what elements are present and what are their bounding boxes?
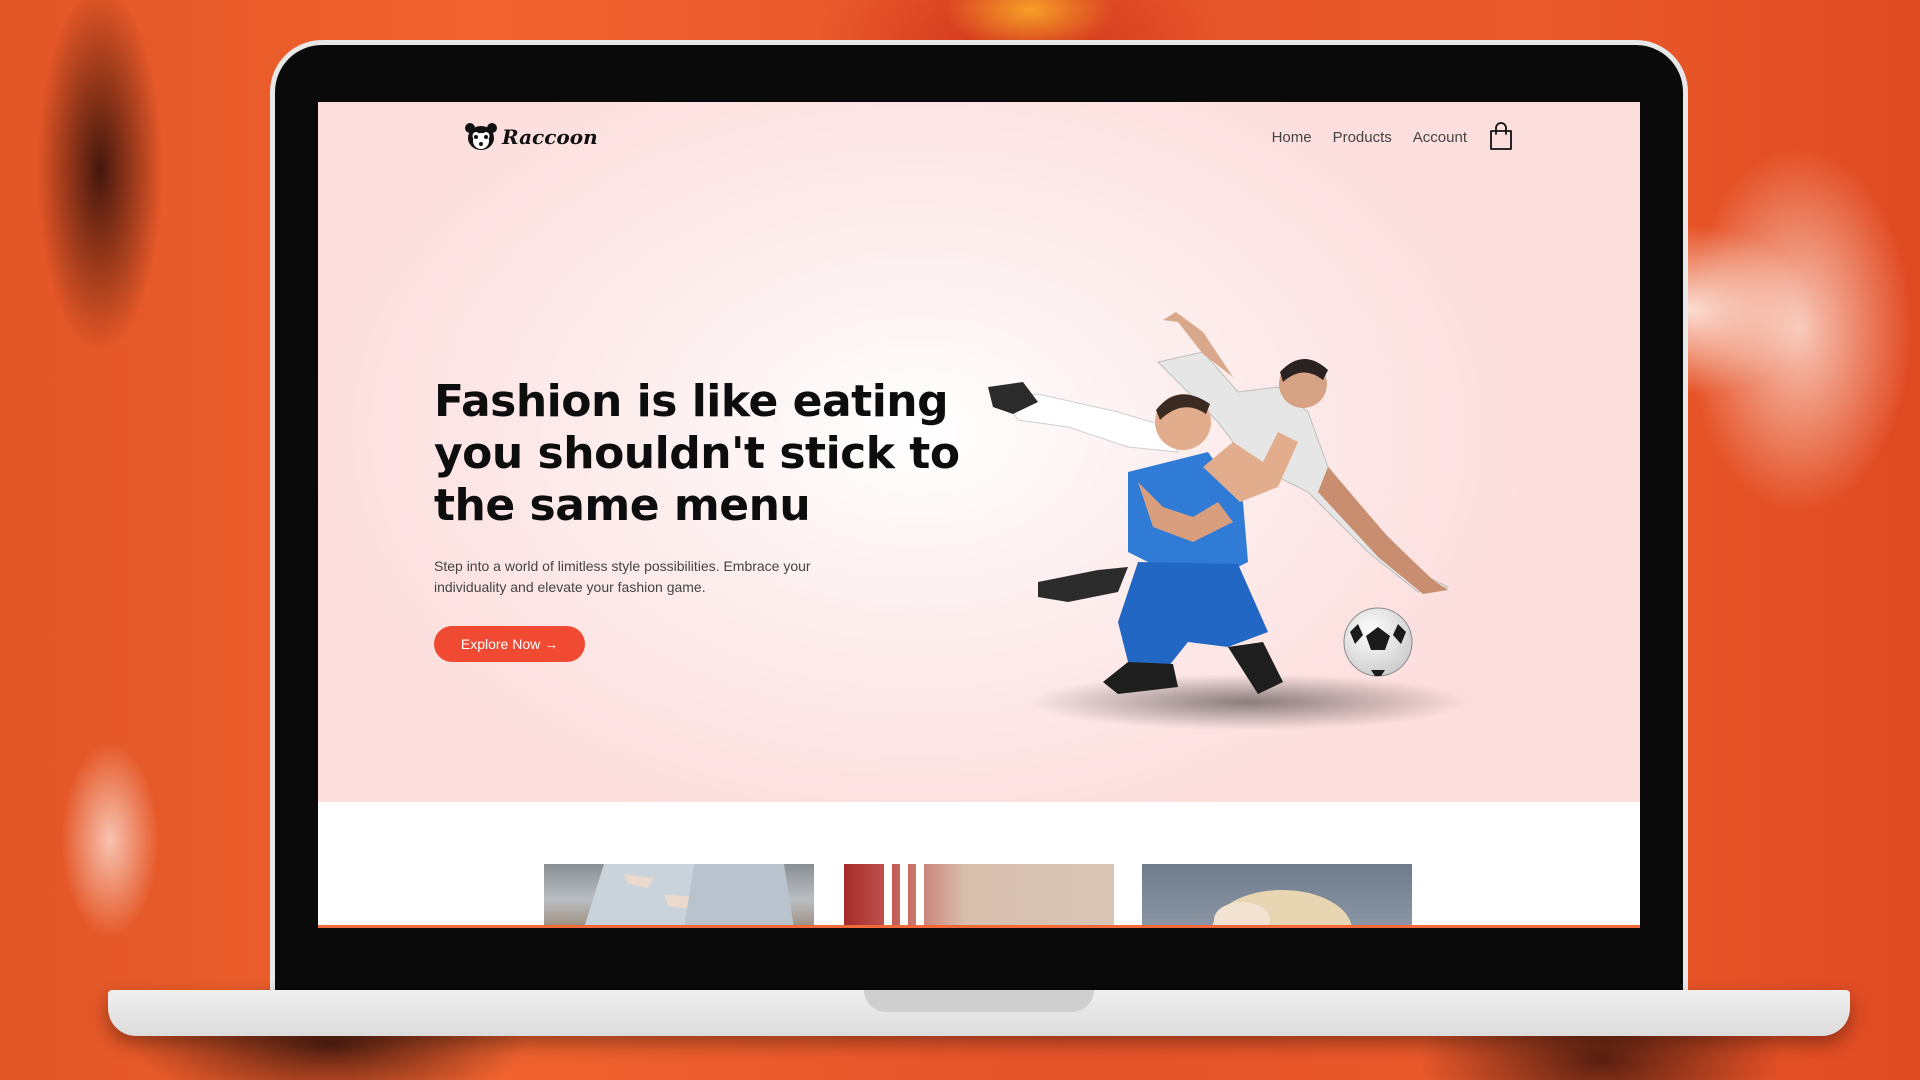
product-thumb-blonde-model[interactable] bbox=[1142, 864, 1412, 928]
nav-account-link[interactable]: Account bbox=[1413, 129, 1467, 146]
screen-bottom-edge bbox=[318, 925, 1640, 928]
products-preview bbox=[318, 802, 1640, 928]
explore-now-button[interactable]: Explore Now → bbox=[434, 626, 585, 662]
hero-title: Fashion is like eating you shouldn't sti… bbox=[434, 376, 960, 531]
nav-home-link[interactable]: Home bbox=[1272, 129, 1312, 146]
hero-subtitle: Step into a world of limitless style pos… bbox=[434, 558, 811, 595]
brand-name: Raccoon bbox=[502, 125, 598, 149]
browser-screen: Raccoon Home Products Account Fashion is… bbox=[318, 102, 1640, 928]
shopping-bag-icon[interactable] bbox=[1488, 122, 1514, 152]
nav-links: Home Products Account bbox=[1272, 122, 1514, 152]
product-thumb-track-pants[interactable] bbox=[844, 864, 1114, 928]
blonde-model-image bbox=[1212, 890, 1352, 928]
track-pants-image bbox=[884, 864, 924, 928]
brand-logo[interactable]: Raccoon bbox=[464, 122, 598, 152]
raccoon-icon bbox=[465, 123, 497, 150]
hero-section: Raccoon Home Products Account Fashion is… bbox=[318, 102, 1640, 802]
top-nav: Raccoon Home Products Account bbox=[318, 102, 1640, 182]
product-thumb-jeans[interactable] bbox=[544, 864, 814, 928]
nav-products-link[interactable]: Products bbox=[1333, 129, 1392, 146]
soccer-players-image bbox=[988, 312, 1468, 730]
laptop-trackpad-notch bbox=[864, 990, 1094, 1012]
ripped-jeans-image bbox=[584, 864, 794, 928]
